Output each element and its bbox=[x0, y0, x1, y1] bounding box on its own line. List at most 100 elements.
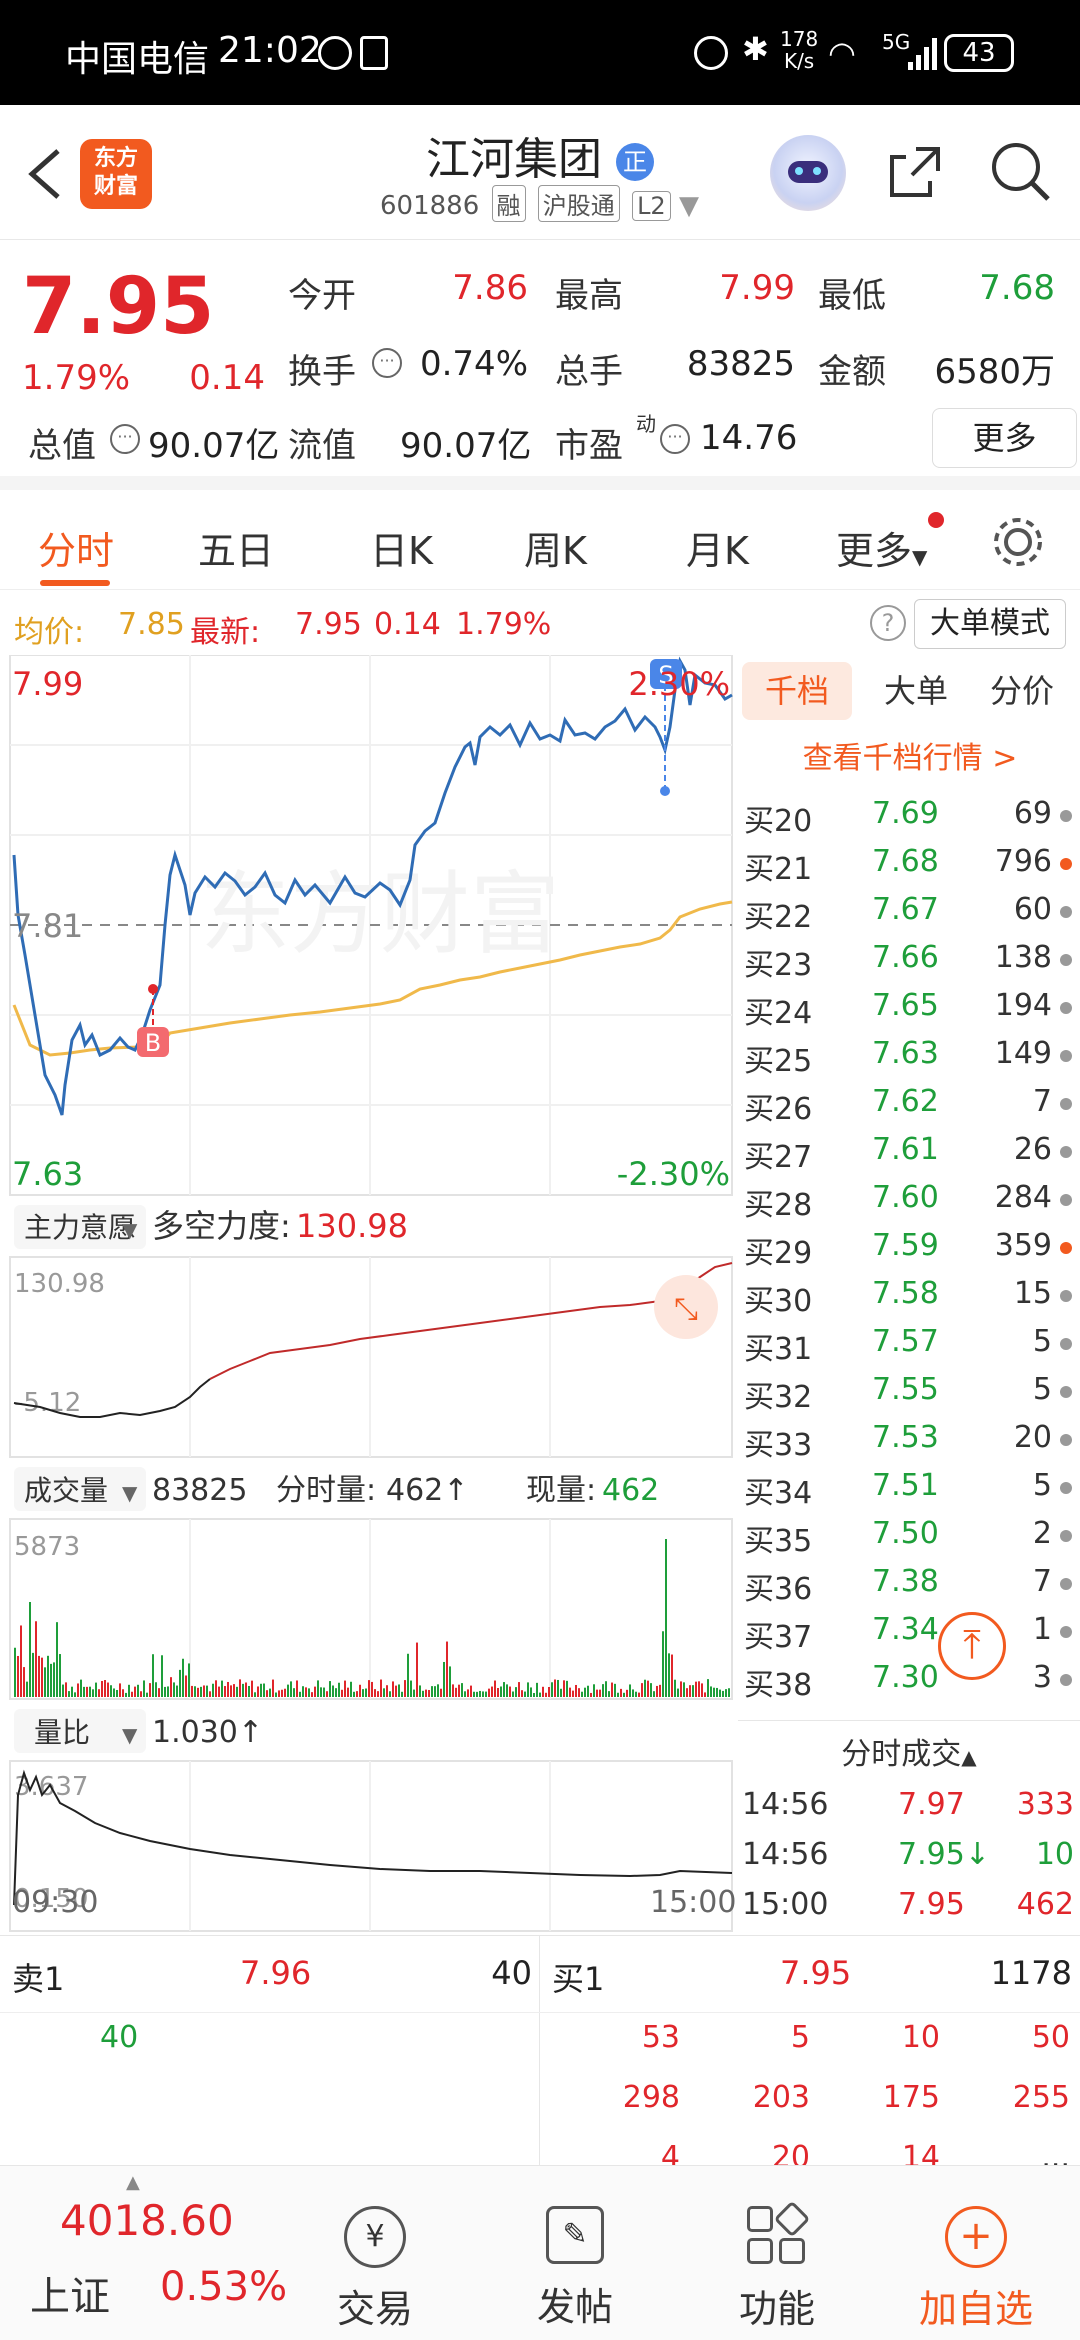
orderbook-row[interactable]: 买32 7.55 5 bbox=[742, 1368, 1078, 1416]
order-flag-dot bbox=[1060, 1578, 1072, 1590]
volume-bar bbox=[704, 1692, 706, 1697]
volume-bar bbox=[59, 1654, 61, 1697]
orderbook-row[interactable]: 买22 7.67 60 bbox=[742, 888, 1078, 936]
caret-down-icon[interactable]: ▼ bbox=[679, 191, 699, 221]
orderbook-row[interactable]: 买38 7.30 3 bbox=[742, 1656, 1078, 1704]
orderbook-row[interactable]: 买21 7.68 796 bbox=[742, 840, 1078, 888]
indicator1-value: 130.98 bbox=[296, 1207, 408, 1245]
orderbook-qty: 5 bbox=[1032, 1468, 1052, 1503]
volume-bar bbox=[659, 1684, 661, 1697]
orderbook-row[interactable]: 买34 7.51 5 bbox=[742, 1464, 1078, 1512]
net-speed: 178 K/s bbox=[780, 28, 818, 72]
more-button[interactable]: 更多 bbox=[932, 408, 1077, 468]
net-speed-unit: K/s bbox=[783, 49, 815, 73]
volume-bar bbox=[197, 1687, 199, 1697]
time-axis-end: 15:00 bbox=[650, 1885, 737, 1920]
volume-bar bbox=[80, 1679, 82, 1697]
trade-time: 14:56 bbox=[742, 1837, 829, 1872]
nav-add-watchlist[interactable]: + 加自选 bbox=[906, 2206, 1046, 2333]
orderbook-tab-price[interactable]: 分价 bbox=[972, 662, 1072, 720]
orderbook-level: 买37 bbox=[744, 1620, 813, 1655]
orderbook-row[interactable]: 买29 7.59 359 bbox=[742, 1224, 1078, 1272]
orderbook-row[interactable]: 买26 7.62 7 bbox=[742, 1080, 1078, 1128]
orderbook-row[interactable]: 买35 7.50 2 bbox=[742, 1512, 1078, 1560]
volume-bar bbox=[71, 1686, 73, 1697]
info-icon[interactable]: ··· bbox=[110, 424, 140, 454]
volume-bar bbox=[206, 1685, 208, 1697]
orderbook-price: 7.60 bbox=[872, 1180, 939, 1215]
orderbook-row[interactable]: 买23 7.66 138 bbox=[742, 936, 1078, 984]
volume-bar bbox=[710, 1686, 712, 1697]
volume-bar bbox=[125, 1692, 127, 1697]
orderbook-row[interactable]: 买24 7.65 194 bbox=[742, 984, 1078, 1032]
orderbook-row[interactable]: 买27 7.61 26 bbox=[742, 1128, 1078, 1176]
help-icon[interactable]: ? bbox=[870, 605, 906, 641]
volume-bar bbox=[398, 1684, 400, 1697]
tab-daily-k[interactable]: 日K bbox=[370, 520, 433, 575]
tab-5day[interactable]: 五日 bbox=[198, 520, 274, 575]
orderbook-qty: 194 bbox=[994, 988, 1052, 1023]
orderbook-qty: 26 bbox=[1013, 1132, 1052, 1167]
orderbook-price: 7.69 bbox=[872, 796, 939, 831]
indicator1-selector-label: 主力意愿 bbox=[24, 1211, 136, 1244]
orderbook-qty: 7 bbox=[1032, 1564, 1052, 1599]
volume-bar bbox=[653, 1691, 655, 1697]
volume-bar bbox=[596, 1689, 598, 1697]
orderbook-row[interactable]: 买30 7.58 15 bbox=[742, 1272, 1078, 1320]
orderbook-row[interactable]: 买37 7.34 1 bbox=[742, 1608, 1078, 1656]
sell1-price: 7.96 bbox=[240, 1954, 312, 1992]
volume-bar bbox=[128, 1684, 130, 1697]
order-flag-dot bbox=[1060, 1434, 1072, 1446]
share-button[interactable] bbox=[886, 141, 946, 201]
index-value[interactable]: 4018.60 bbox=[60, 2196, 234, 2245]
indicator1-panel: 130.98 -5.12 ⤡ bbox=[9, 1256, 733, 1458]
nav-post[interactable]: ✎ 发帖 bbox=[520, 2206, 630, 2331]
intraday-panel: 东方财富 B S 7.99 2.30% 7.81 7.63 -2.30% bbox=[9, 655, 733, 1196]
info-icon[interactable]: ··· bbox=[372, 348, 402, 378]
orderbook-tab-depth[interactable]: 千档 bbox=[742, 662, 852, 720]
back-to-top-button[interactable]: ⤒ bbox=[938, 1612, 1006, 1680]
volume-bar bbox=[281, 1689, 283, 1697]
large-order-mode-button[interactable]: 大单模式 bbox=[914, 599, 1066, 649]
volume-bar bbox=[656, 1685, 658, 1697]
volume-bar bbox=[380, 1679, 382, 1697]
volume-bar bbox=[326, 1691, 328, 1697]
nav-features[interactable]: 功能 bbox=[722, 2200, 832, 2333]
volume-bar bbox=[65, 1682, 67, 1697]
nav-trade[interactable]: ¥ 交易 bbox=[320, 2206, 430, 2333]
orderbook-row[interactable]: 买25 7.63 149 bbox=[742, 1032, 1078, 1080]
hd-call-icon bbox=[318, 36, 352, 70]
caret-down-icon: ▼ bbox=[122, 1481, 138, 1505]
orderbook-row[interactable]: 买31 7.57 5 bbox=[742, 1320, 1078, 1368]
volume-bar bbox=[53, 1662, 55, 1697]
view-depth-link[interactable]: 查看千档行情 > bbox=[742, 733, 1078, 777]
orderbook-level: 买36 bbox=[744, 1572, 813, 1607]
float-label: 流值 bbox=[288, 426, 356, 466]
settings-button[interactable] bbox=[990, 514, 1046, 570]
orderbook-row[interactable]: 买28 7.60 284 bbox=[742, 1176, 1078, 1224]
orderbook-row[interactable]: 买36 7.38 7 bbox=[742, 1560, 1078, 1608]
caret-down-icon: ▼ bbox=[912, 545, 928, 569]
volume-bar bbox=[413, 1689, 415, 1697]
volume-bar bbox=[308, 1688, 310, 1697]
bottom-nav: ▲ 4018.60 上证 0.53% ¥ 交易 ✎ 发帖 功能 + 加自选 bbox=[0, 2165, 1080, 2340]
tab-weekly-k[interactable]: 周K bbox=[524, 520, 587, 575]
trades-title[interactable]: 分时成交▲ bbox=[738, 1729, 1080, 1773]
orderbook-qty: 15 bbox=[1013, 1276, 1052, 1311]
index-name[interactable]: 上证 bbox=[30, 2264, 110, 2322]
search-button[interactable] bbox=[988, 139, 1052, 203]
volume-bar bbox=[296, 1680, 298, 1697]
avg-value: 7.85 bbox=[118, 607, 185, 642]
buy-side: 买1 7.95 1178 53 5 10 50 298 203 175 255 4 20 14... bbox=[540, 1936, 1080, 2175]
orderbook-tab-large[interactable]: 大单 bbox=[866, 662, 966, 720]
orderbook-row[interactable]: 买20 7.69 69 bbox=[742, 792, 1078, 840]
orderbook-row[interactable]: 买33 7.53 20 bbox=[742, 1416, 1078, 1464]
index-pct[interactable]: 0.53% bbox=[160, 2264, 287, 2310]
volume-bar bbox=[356, 1691, 358, 1697]
tab-more[interactable]: 更多▼ bbox=[836, 520, 927, 575]
assistant-avatar-icon[interactable] bbox=[770, 135, 846, 211]
tab-intraday[interactable]: 分时 bbox=[38, 520, 114, 575]
tab-monthly-k[interactable]: 月K bbox=[686, 520, 749, 575]
info-icon[interactable]: ··· bbox=[660, 424, 690, 454]
volume-bar bbox=[602, 1684, 604, 1697]
